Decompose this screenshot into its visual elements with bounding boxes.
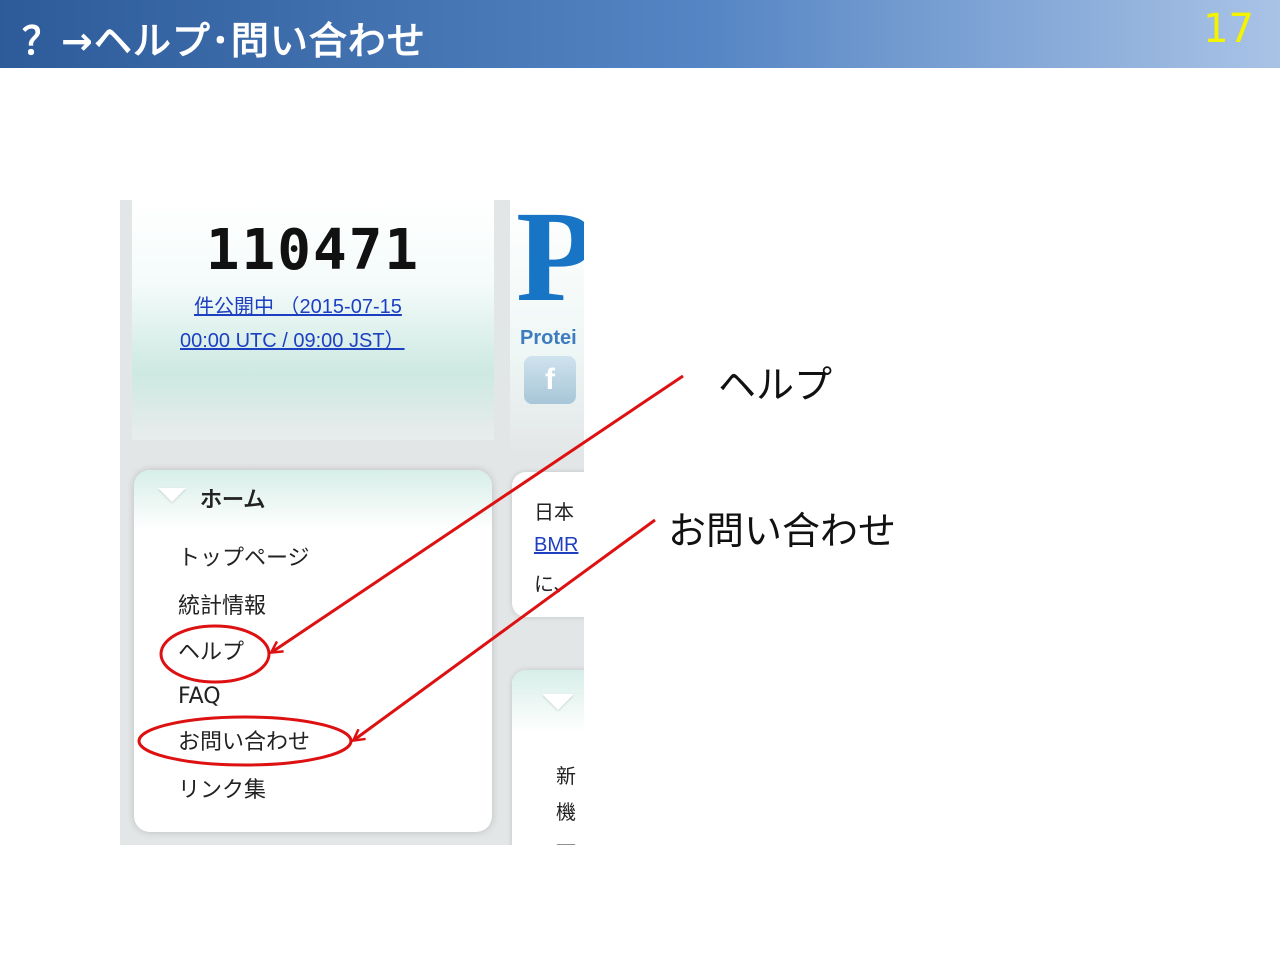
arrow-help — [272, 374, 684, 652]
arrow-contact — [354, 518, 656, 740]
highlight-ellipse-help — [159, 624, 271, 684]
highlight-ellipse-contact — [137, 715, 353, 767]
annotation-overlay — [137, 374, 684, 767]
